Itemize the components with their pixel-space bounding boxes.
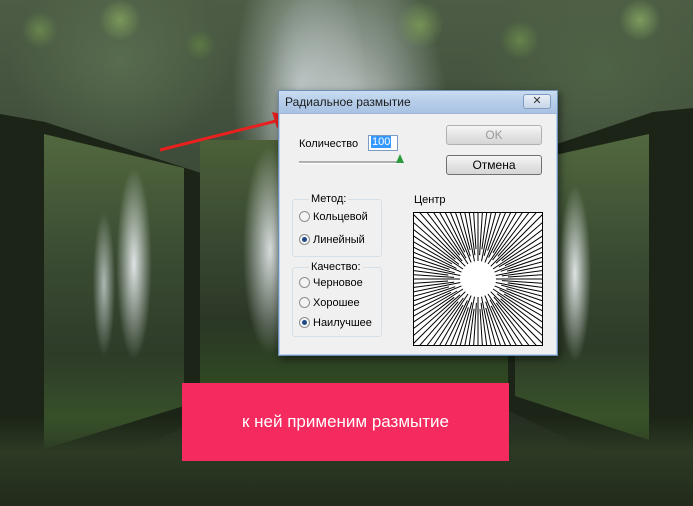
radial-burst-icon [383,184,573,374]
radio-icon [299,211,310,222]
amount-slider-track[interactable] [299,161,401,164]
radio-icon [299,277,310,288]
quality-radio-good[interactable]: Хорошее [299,296,360,310]
close-icon: ✕ [532,95,542,107]
amount-slider-thumb[interactable] [396,154,404,163]
method-option-label: Линейный [313,234,365,246]
method-option-label: Кольцевой [313,211,368,223]
blur-center-preview[interactable] [383,184,573,374]
method-label: Метод: [309,193,349,205]
amount-label: Количество [299,138,359,150]
quality-option-label: Наилучшее [313,317,372,329]
titlebar: Радиальное размытие ✕ [279,91,557,114]
burst-ray [415,301,459,351]
burst-ray [383,266,449,276]
ok-button[interactable]: OK [446,125,542,145]
burst-ray [465,308,475,374]
method-radio-spin[interactable]: Кольцевой [299,210,368,224]
center-label: Центр [414,194,446,206]
close-button[interactable]: ✕ [523,94,551,109]
quality-group: Качество: Черновое Хорошее Наилучшее [292,261,382,337]
burst-ray [497,207,541,257]
burst-ray [481,184,491,250]
quality-radio-draft[interactable]: Черновое [299,276,363,290]
burst-ray [406,294,461,342]
method-radio-zoom[interactable]: Линейный [299,233,365,247]
quality-radio-best[interactable]: Наилучшее [299,316,372,330]
method-group: Метод: Кольцевой Линейный [292,193,382,257]
radio-icon [299,297,310,308]
burst-ray [479,308,485,374]
burst-ray [471,184,477,250]
cancel-button[interactable]: Отмена [446,155,542,175]
dialog-title: Радиальное размытие [285,95,411,109]
amount-value: 100 [371,136,392,148]
caption-banner: к ней применим размытие [182,383,509,461]
quality-option-label: Черновое [313,277,363,289]
amount-input[interactable]: 100 [368,135,398,151]
burst-ray [507,282,573,292]
burst-ray [495,216,550,264]
quality-option-label: Хорошее [313,297,360,309]
quality-label: Качество: [309,261,363,273]
radio-selected-icon [299,317,310,328]
radial-blur-dialog: Радиальное размытие ✕ Количество 100 OK … [278,90,573,374]
radio-selected-icon [299,234,310,245]
